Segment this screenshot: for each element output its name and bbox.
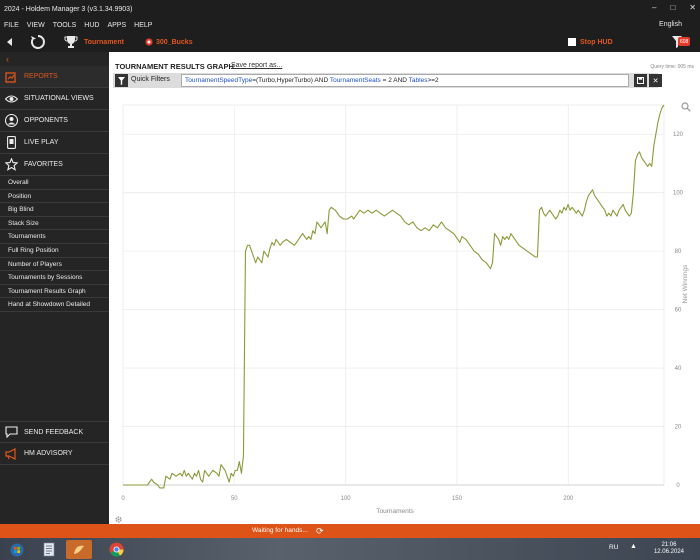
phone-icon bbox=[4, 136, 18, 150]
clock-date: 12.06.2024 bbox=[653, 549, 684, 555]
menu-hud[interactable]: HUD bbox=[84, 22, 99, 29]
x-tick-label: 150 bbox=[452, 496, 463, 502]
filter-count-badge: 608 bbox=[678, 37, 691, 46]
report-item-big-blind[interactable]: Big Blind bbox=[0, 203, 109, 217]
sidebar-item-hm-advisory[interactable]: HM ADVISORY bbox=[0, 443, 109, 465]
x-tick-label: 200 bbox=[563, 496, 574, 502]
star-icon bbox=[4, 158, 18, 172]
sidebar-item-opponents[interactable]: OPPONENTS bbox=[0, 110, 109, 132]
close-icon[interactable]: ✕ bbox=[689, 3, 696, 12]
plot-frame bbox=[122, 104, 665, 486]
report-item-stack-size[interactable]: Stack Size bbox=[0, 217, 109, 231]
y-axis-ticks: 0 20 40 60 80 100 120 bbox=[673, 132, 684, 489]
window-controls: – □ ✕ bbox=[652, 3, 696, 12]
menu-file[interactable]: FILE bbox=[4, 22, 19, 29]
sidebar-item-label: LIVE PLAY bbox=[24, 139, 59, 146]
app-window: 2024 - Holdem Manager 3 (v3.1.34.9903) –… bbox=[0, 0, 700, 560]
results-chart: 0 20 40 60 80 100 120 0 50 100 150 200 Tournaments… bbox=[121, 104, 689, 515]
input-language[interactable]: RU bbox=[609, 544, 618, 551]
tournament-selector[interactable]: Tournament bbox=[84, 32, 124, 52]
y-tick-label: 40 bbox=[675, 366, 682, 372]
eye-icon bbox=[4, 92, 18, 106]
chart-grid bbox=[122, 104, 665, 486]
status-refresh-icon[interactable]: ⟳ bbox=[316, 525, 326, 536]
y-tick-label: 80 bbox=[675, 249, 682, 255]
report-item-tournaments-by-sessions[interactable]: Tournaments by Sessions bbox=[0, 271, 109, 285]
back-arrow-icon[interactable] bbox=[6, 32, 14, 52]
menu-help[interactable]: HELP bbox=[134, 22, 152, 29]
report-item-position[interactable]: Position bbox=[0, 190, 109, 204]
status-bar: Waiting for hands... ⟳ bbox=[0, 524, 700, 538]
menu-tools[interactable]: TOOLS bbox=[53, 22, 77, 29]
stop-hud-label[interactable]: Stop HUD bbox=[580, 32, 613, 52]
sidebar-collapse-icon[interactable]: ‹ bbox=[0, 52, 109, 66]
sidebar-item-label: SEND FEEDBACK bbox=[24, 428, 84, 436]
chat-icon bbox=[4, 425, 18, 439]
menu-bar: FILE VIEW TOOLS HUD APPS HELP English bbox=[0, 18, 700, 32]
report-item-overall[interactable]: Overall bbox=[0, 176, 109, 190]
megaphone-icon bbox=[4, 447, 18, 461]
report-item-tournaments[interactable]: Tournaments bbox=[0, 230, 109, 244]
sidebar-item-situational-views[interactable]: SITUATIONAL VIEWS bbox=[0, 88, 109, 110]
trophy-icon bbox=[64, 32, 78, 52]
chart-series bbox=[123, 104, 665, 489]
stop-hud-checkbox[interactable] bbox=[568, 32, 576, 52]
sidebar: ‹ REPORTS SITUATIONAL VIEWS OPPONENTS LI… bbox=[0, 52, 109, 524]
poker-chip-icon bbox=[145, 32, 153, 52]
os-taskbar: RU ▲ 21:06 12.06.2024 bbox=[0, 538, 700, 560]
sidebar-item-label: REPORTS bbox=[24, 73, 58, 80]
user-icon bbox=[4, 114, 18, 128]
sidebar-item-label: FAVORITES bbox=[24, 161, 63, 168]
reports-icon bbox=[4, 70, 18, 84]
sidebar-item-favorites[interactable]: FAVORITES bbox=[0, 154, 109, 176]
report-panel: TOURNAMENT RESULTS GRAPH Save report as.… bbox=[109, 52, 700, 524]
sidebar-item-reports[interactable]: REPORTS bbox=[0, 66, 109, 88]
status-text: Waiting for hands... bbox=[252, 527, 308, 534]
report-item-full-ring-position[interactable]: Full Ring Position bbox=[0, 244, 109, 258]
y-tick-label: 0 bbox=[676, 483, 680, 489]
language-select[interactable]: English bbox=[659, 18, 682, 32]
holdem-manager-taskbar-icon[interactable] bbox=[66, 540, 92, 559]
x-tick-label: 0 bbox=[121, 496, 125, 502]
sidebar-item-label: SITUATIONAL VIEWS bbox=[24, 95, 94, 102]
refresh-icon[interactable] bbox=[30, 32, 46, 52]
report-item-tournament-results-graph[interactable]: Tournament Results Graph bbox=[0, 285, 109, 299]
sidebar-item-label: HM ADVISORY bbox=[24, 450, 73, 457]
player-selector[interactable]: 300_Bucks bbox=[156, 32, 193, 52]
sidebar-item-label: OPPONENTS bbox=[24, 117, 68, 124]
y-tick-label: 20 bbox=[675, 425, 682, 431]
menu-apps[interactable]: APPS bbox=[107, 22, 126, 29]
minimize-icon[interactable]: – bbox=[652, 3, 656, 12]
chrome-icon[interactable] bbox=[103, 540, 129, 559]
report-item-number-of-players[interactable]: Number of Players bbox=[0, 258, 109, 272]
sidebar-bottom: SEND FEEDBACK HM ADVISORY bbox=[0, 421, 109, 465]
tray-expand-icon[interactable]: ▲ bbox=[630, 543, 637, 550]
notepad-icon[interactable] bbox=[36, 540, 62, 559]
system-clock[interactable]: 21:06 12.06.2024 bbox=[654, 542, 684, 556]
y-tick-label: 100 bbox=[673, 191, 684, 197]
x-tick-label: 50 bbox=[231, 496, 238, 502]
start-icon[interactable] bbox=[4, 540, 30, 559]
sidebar-item-send-feedback[interactable]: SEND FEEDBACK bbox=[0, 421, 109, 443]
x-axis-ticks: 0 50 100 150 200 bbox=[121, 496, 574, 502]
y-tick-label: 120 bbox=[673, 132, 684, 138]
sidebar-item-live-play[interactable]: LIVE PLAY bbox=[0, 132, 109, 154]
report-item-hand-at-showdown-detailed[interactable]: Hand at Showdown Detailed bbox=[0, 298, 109, 312]
x-tick-label: 100 bbox=[341, 496, 352, 502]
maximize-icon[interactable]: □ bbox=[670, 3, 675, 12]
title-bar: 2024 - Holdem Manager 3 (v3.1.34.9903) –… bbox=[0, 0, 700, 18]
window-title: 2024 - Holdem Manager 3 (v3.1.34.9903) bbox=[4, 5, 133, 13]
clock-time: 21:06 bbox=[661, 542, 677, 548]
y-tick-label: 60 bbox=[675, 308, 682, 314]
net-winnings-line bbox=[123, 104, 665, 489]
toolbar: Tournament 300_Bucks Stop HUD 608 bbox=[0, 32, 700, 52]
menu-view[interactable]: VIEW bbox=[27, 22, 45, 29]
x-axis-label: Tournaments bbox=[376, 508, 414, 515]
y-axis-label: Net Winnings bbox=[682, 264, 689, 303]
